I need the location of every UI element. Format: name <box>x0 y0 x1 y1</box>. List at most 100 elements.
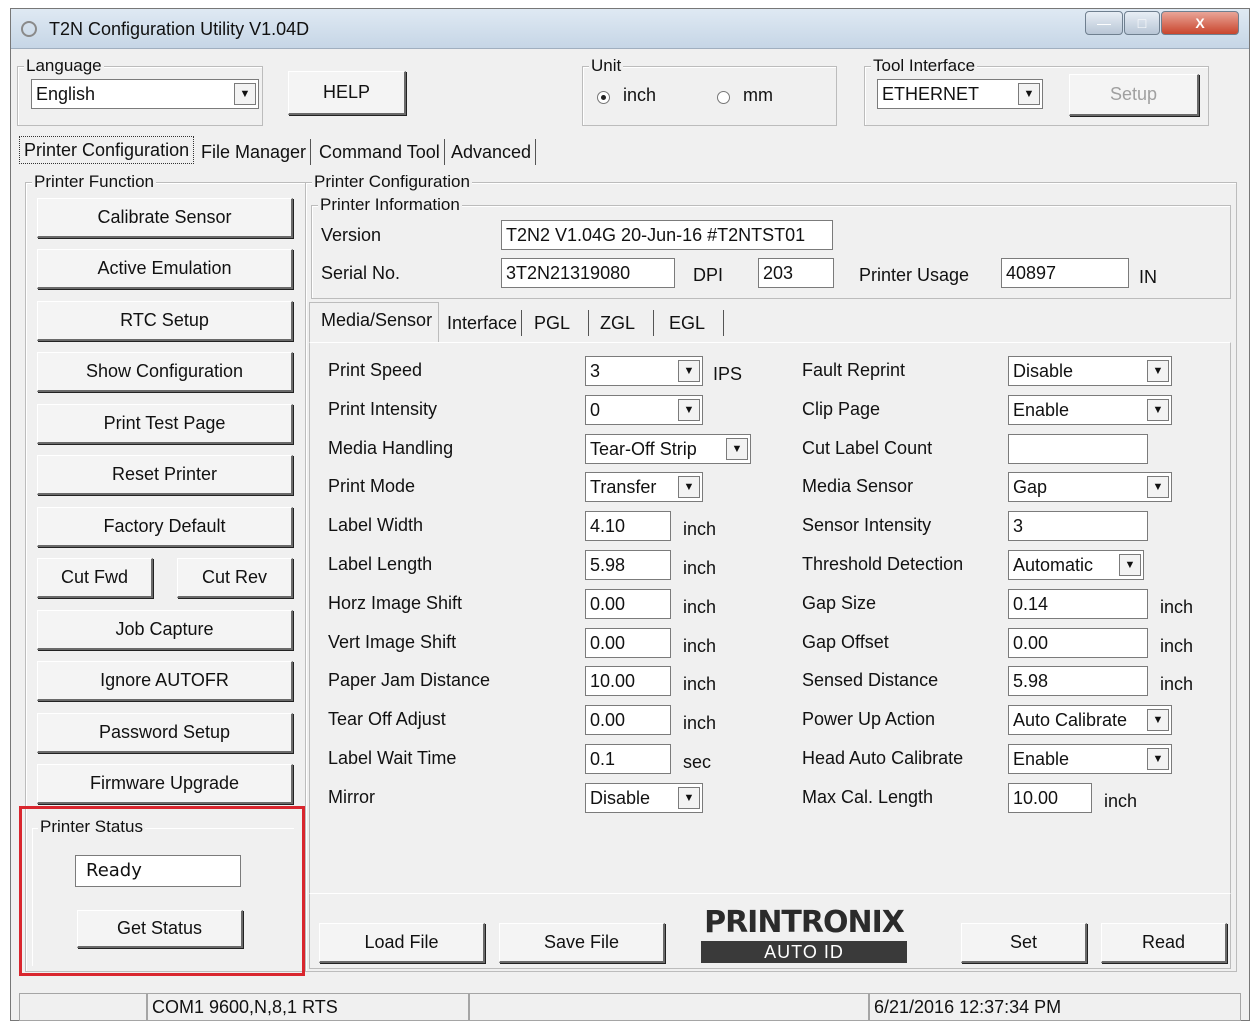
threshold-detection-select[interactable]: Automatic ▼ <box>1008 550 1144 580</box>
tab-advanced[interactable]: Advanced <box>447 139 537 165</box>
language-select[interactable]: English ▼ <box>31 79 259 109</box>
vert-image-shift-label: Vert Image Shift <box>328 631 457 652</box>
media-sensor-value: Gap <box>1013 477 1048 498</box>
tab-command-tool[interactable]: Command Tool <box>315 139 445 165</box>
horz-image-shift-label: Horz Image Shift <box>328 592 463 613</box>
chevron-down-icon: ▼ <box>1147 709 1169 732</box>
label-length-field[interactable]: 5.98 <box>585 550 671 580</box>
head-auto-calibrate-select[interactable]: Enable ▼ <box>1008 744 1172 774</box>
read-button[interactable]: Read <box>1101 923 1227 963</box>
reset-printer-button[interactable]: Reset Printer <box>37 455 293 495</box>
statusbar-datetime: 6/21/2016 12:37:34 PM <box>869 993 1241 1021</box>
media-sensor-select[interactable]: Gap ▼ <box>1008 472 1172 503</box>
label-wait-time-label: Label Wait Time <box>328 748 457 768</box>
ignore-autofr-button[interactable]: Ignore AUTOFR <box>37 661 293 701</box>
calibrate-sensor-button[interactable]: Calibrate Sensor <box>37 198 293 238</box>
gap-size-value: 0.14 <box>1013 593 1049 614</box>
head-auto-calibrate-label: Head Auto Calibrate <box>802 748 964 768</box>
print-intensity-value: 0 <box>590 399 601 420</box>
max-cal-length-value: 10.00 <box>1013 787 1059 808</box>
print-mode-value: Transfer <box>590 477 657 498</box>
media-sensor-label: Media Sensor <box>802 476 914 497</box>
set-button[interactable]: Set <box>961 923 1087 963</box>
printer-status-label: Printer Status <box>38 817 145 837</box>
tool-interface-value: ETHERNET <box>882 84 980 104</box>
print-speed-select[interactable]: 3 ▼ <box>585 356 703 386</box>
active-emulation-button[interactable]: Active Emulation <box>37 249 293 289</box>
media-handling-select[interactable]: Tear-Off Strip ▼ <box>585 433 751 464</box>
tab-egl[interactable]: EGL <box>665 310 725 336</box>
paper-jam-distance-label: Paper Jam Distance <box>328 670 491 691</box>
tear-off-adjust-field[interactable]: 0.00 <box>585 705 671 736</box>
fault-reprint-label: Fault Reprint <box>802 360 906 380</box>
cut-fwd-button[interactable]: Cut Fwd <box>37 558 153 598</box>
label-length-label: Label Length <box>328 554 433 574</box>
chevron-down-icon: ▼ <box>234 83 256 105</box>
tear-off-adjust-label: Tear Off Adjust <box>328 709 446 730</box>
sensed-distance-field[interactable]: 5.98 <box>1008 666 1148 697</box>
tear-off-adjust-unit: inch <box>683 713 717 734</box>
label-width-field[interactable]: 4.10 <box>585 511 671 542</box>
job-capture-button[interactable]: Job Capture <box>37 610 293 650</box>
firmware-upgrade-button[interactable]: Firmware Upgrade <box>37 764 293 804</box>
tool-interface-select[interactable]: ETHERNET ▼ <box>877 79 1043 109</box>
unit-inch-label: inch <box>623 85 657 105</box>
tab-zgl[interactable]: ZGL <box>596 310 655 336</box>
mirror-select[interactable]: Disable ▼ <box>585 782 703 813</box>
sensor-intensity-field[interactable]: 3 <box>1008 511 1148 542</box>
power-up-action-select[interactable]: Auto Calibrate ▼ <box>1008 705 1172 736</box>
sensed-distance-value: 5.98 <box>1013 671 1049 692</box>
print-speed-unit: IPS <box>713 364 743 384</box>
horz-image-shift-value: 0.00 <box>590 593 626 614</box>
cut-rev-button[interactable]: Cut Rev <box>177 558 293 598</box>
label-wait-time-field[interactable]: 0.1 <box>585 744 671 774</box>
clip-page-label: Clip Page <box>802 398 881 419</box>
show-configuration-button[interactable]: Show Configuration <box>37 352 293 392</box>
maximize-button[interactable]: □ <box>1124 11 1160 35</box>
chevron-down-icon: ▼ <box>1147 360 1169 382</box>
print-intensity-select[interactable]: 0 ▼ <box>585 394 703 425</box>
printer-usage-label: Printer Usage <box>859 265 970 285</box>
tab-interface[interactable]: Interface <box>443 310 523 336</box>
fault-reprint-select[interactable]: Disable ▼ <box>1008 356 1172 386</box>
minimize-button[interactable]: — <box>1085 11 1123 35</box>
save-file-button[interactable]: Save File <box>499 923 665 963</box>
vert-image-shift-field[interactable]: 0.00 <box>585 627 671 658</box>
gap-size-field[interactable]: 0.14 <box>1008 588 1148 619</box>
max-cal-length-field[interactable]: 10.00 <box>1008 782 1092 813</box>
horz-image-shift-field[interactable]: 0.00 <box>585 588 671 619</box>
chevron-down-icon: ▼ <box>1119 554 1141 576</box>
tab-file-manager[interactable]: File Manager <box>197 139 312 165</box>
rtc-setup-button[interactable]: RTC Setup <box>37 301 293 341</box>
factory-default-button[interactable]: Factory Default <box>37 507 293 547</box>
unit-mm-radio[interactable] <box>717 91 730 104</box>
help-button[interactable]: HELP <box>288 71 406 115</box>
setup-button[interactable]: Setup <box>1069 74 1199 116</box>
clip-page-select[interactable]: Enable ▼ <box>1008 394 1172 425</box>
unit-label: Unit <box>589 56 624 76</box>
unit-inch-radio[interactable] <box>597 91 610 104</box>
gap-offset-field[interactable]: 0.00 <box>1008 627 1148 658</box>
tab-printer-configuration[interactable]: Printer Configuration <box>19 136 195 164</box>
close-icon: X <box>1195 15 1205 31</box>
tab-pgl[interactable]: PGL <box>530 310 590 336</box>
cut-label-count-field[interactable] <box>1008 433 1148 464</box>
unit-mm-label: mm <box>743 85 773 105</box>
print-mode-select[interactable]: Transfer ▼ <box>585 472 703 503</box>
mirror-value: Disable <box>590 787 651 808</box>
load-file-button[interactable]: Load File <box>319 923 485 963</box>
print-test-page-button[interactable]: Print Test Page <box>37 404 293 444</box>
tab-media-sensor[interactable]: Media/Sensor <box>317 307 436 333</box>
get-status-button[interactable]: Get Status <box>77 910 243 948</box>
paper-jam-distance-field[interactable]: 10.00 <box>585 666 671 697</box>
version-field: T2N2 V1.04G 20-Jun-16 #T2NTST01 <box>501 220 833 250</box>
version-label: Version <box>321 225 382 245</box>
password-setup-button[interactable]: Password Setup <box>37 713 293 753</box>
cut-label-count-label: Cut Label Count <box>802 437 933 458</box>
printer-function-label: Printer Function <box>32 172 156 192</box>
print-speed-value: 3 <box>590 361 601 381</box>
logo-subtext: AUTO ID <box>701 941 907 963</box>
close-button[interactable]: X <box>1161 11 1239 35</box>
max-cal-length-unit: inch <box>1104 790 1138 811</box>
language-value: English <box>36 84 96 104</box>
